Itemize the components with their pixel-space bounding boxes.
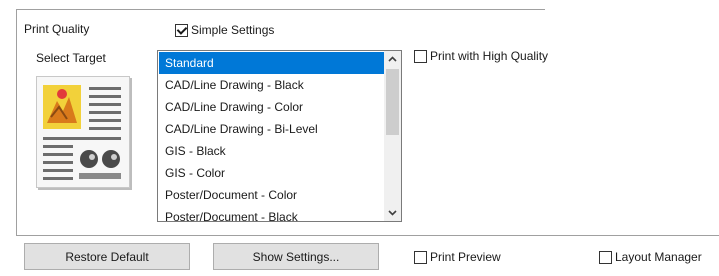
document-preview-icon: [43, 85, 121, 180]
list-item-standard[interactable]: Standard: [159, 52, 385, 74]
select-target-listbox[interactable]: Standard CAD/Line Drawing - Black CAD/Li…: [157, 50, 402, 222]
print-quality-label: Print Quality: [22, 22, 92, 36]
simple-settings-check-icon[interactable]: [175, 23, 188, 37]
high-quality-checkbox[interactable]: Print with High Quality: [414, 49, 548, 63]
group-frame-left: [16, 9, 17, 235]
chevron-up-icon: [388, 56, 397, 62]
simple-settings-checkbox[interactable]: Simple Settings: [175, 23, 274, 37]
scroll-thumb[interactable]: [386, 69, 399, 135]
list-item-cad-black[interactable]: CAD/Line Drawing - Black: [159, 74, 385, 96]
restore-default-button[interactable]: Restore Default: [24, 243, 190, 270]
print-preview-label: Print Preview: [430, 250, 501, 264]
simple-settings-label: Simple Settings: [191, 23, 275, 37]
list-item-cad-color[interactable]: CAD/Line Drawing - Color: [159, 96, 385, 118]
show-settings-button[interactable]: Show Settings...: [213, 243, 379, 270]
high-quality-label: Print with High Quality: [430, 49, 549, 63]
layout-manager-box[interactable]: [599, 250, 612, 264]
select-target-label: Select Target: [36, 51, 106, 65]
scroll-down-button[interactable]: [384, 204, 401, 221]
layout-manager-label: Layout Manager: [615, 250, 702, 264]
high-quality-box[interactable]: [414, 49, 427, 63]
list-scrollbar[interactable]: [384, 51, 401, 221]
list-item-poster-black[interactable]: Poster/Document - Black: [159, 206, 385, 221]
group-frame-gap: [545, 8, 719, 11]
target-list: Standard CAD/Line Drawing - Black CAD/Li…: [159, 52, 385, 221]
group-frame-bottom: [16, 235, 719, 236]
target-preview-icon: [36, 76, 130, 188]
print-preview-checkbox[interactable]: Print Preview: [414, 250, 501, 264]
layout-manager-checkbox[interactable]: Layout Manager: [599, 250, 702, 264]
list-item-cad-bilevel[interactable]: CAD/Line Drawing - Bi-Level: [159, 118, 385, 140]
list-item-poster-color[interactable]: Poster/Document - Color: [159, 184, 385, 206]
list-item-gis-color[interactable]: GIS - Color: [159, 162, 385, 184]
print-preview-box[interactable]: [414, 250, 427, 264]
list-item-gis-black[interactable]: GIS - Black: [159, 140, 385, 162]
scroll-up-button[interactable]: [384, 51, 401, 68]
chevron-down-icon: [388, 210, 397, 216]
